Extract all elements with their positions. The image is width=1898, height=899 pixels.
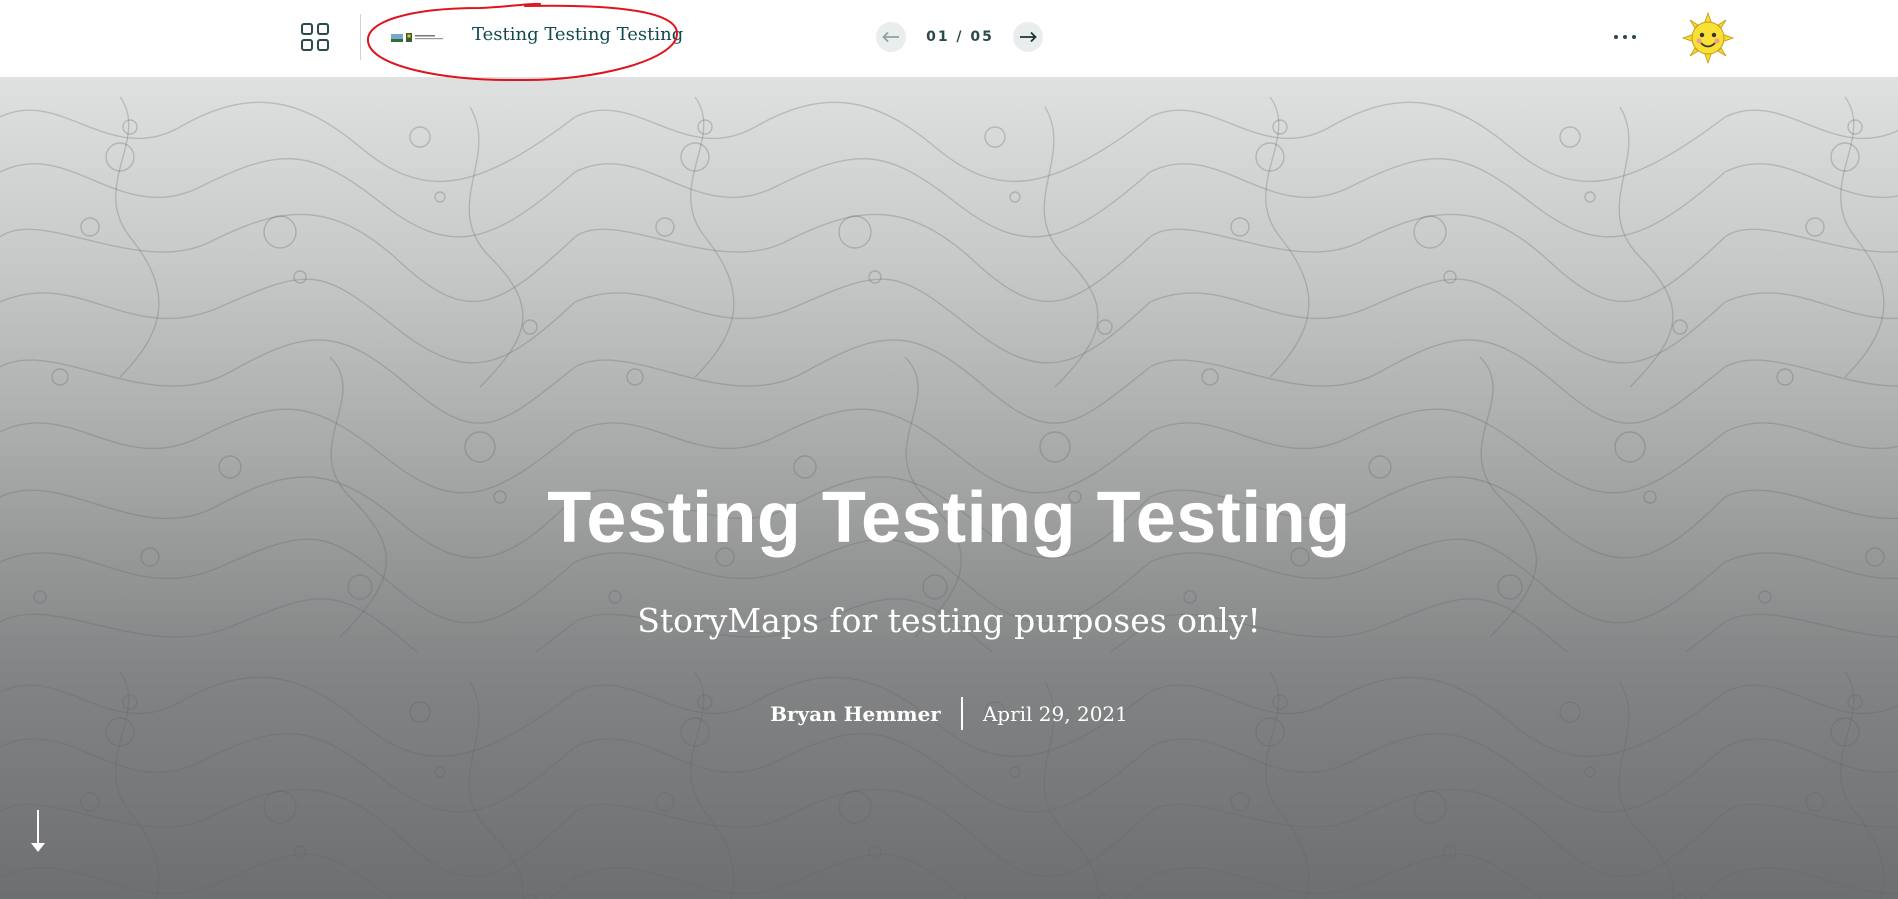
- arrow-down-icon: [31, 810, 45, 852]
- publish-date: April 29, 2021: [982, 701, 1128, 726]
- story-cover: Testing Testing Testing StoryMaps for te…: [0, 77, 1898, 899]
- grid-icon[interactable]: [300, 22, 330, 52]
- arrow-right-icon: [1020, 31, 1037, 43]
- story-title: Testing Testing Testing: [547, 478, 1351, 558]
- author-name: Bryan Hemmer: [770, 701, 941, 726]
- user-avatar[interactable]: [1681, 11, 1735, 65]
- more-options-icon: [1614, 35, 1636, 39]
- story-subtitle: StoryMaps for testing purposes only!: [637, 601, 1261, 640]
- sun-avatar-icon: [1681, 11, 1735, 65]
- byline-divider: [960, 697, 963, 730]
- red-annotation-circle: [366, 2, 679, 82]
- more-options-button[interactable]: [1608, 22, 1644, 52]
- scroll-down-button[interactable]: [28, 810, 48, 854]
- previous-story-button[interactable]: [876, 22, 906, 52]
- next-story-button[interactable]: [1013, 22, 1043, 52]
- story-counter: 01 / 05: [926, 29, 994, 45]
- arrow-left-icon: [882, 31, 899, 43]
- byline: Bryan Hemmer April 29, 2021: [0, 697, 1898, 730]
- top-navigation-bar: Testing Testing Testing 01 / 05: [0, 0, 1898, 82]
